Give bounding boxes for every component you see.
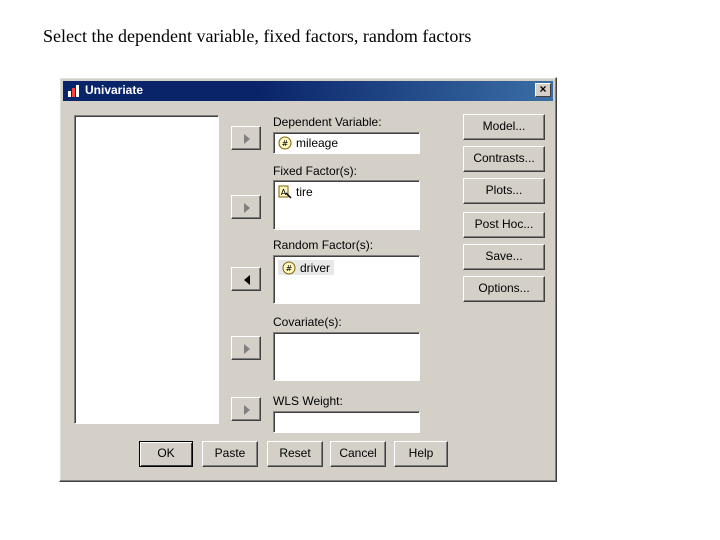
dependent-variable-item[interactable]: # mileage — [278, 135, 338, 150]
svg-text:#: # — [286, 264, 293, 273]
fixed-move-button[interactable] — [231, 195, 261, 219]
fixed-factors-label: Fixed Factor(s): — [273, 164, 358, 178]
close-button[interactable]: × — [535, 83, 551, 97]
scale-variable-icon: # — [278, 136, 292, 150]
fixed-factor-value: tire — [296, 184, 313, 199]
svg-text:A: A — [281, 188, 287, 197]
arrow-left-icon — [244, 275, 250, 285]
covariates-label: Covariate(s): — [273, 315, 342, 329]
post-hoc-button[interactable]: Post Hoc... — [463, 212, 545, 238]
paste-button[interactable]: Paste — [202, 441, 258, 467]
slide-caption: Select the dependent variable, fixed fac… — [43, 26, 472, 46]
arrow-right-icon — [244, 203, 250, 213]
fixed-factors-list[interactable]: A tire — [273, 180, 420, 230]
wls-weight-field[interactable] — [273, 411, 420, 433]
options-button[interactable]: Options... — [463, 276, 545, 302]
contrasts-button[interactable]: Contrasts... — [463, 146, 545, 172]
arrow-right-icon — [244, 405, 250, 415]
dependent-variable-field[interactable]: # mileage — [273, 132, 420, 154]
dependent-variable-value: mileage — [296, 135, 339, 150]
dependent-move-button[interactable] — [231, 126, 261, 150]
univariate-dialog: Univariate × Dependent Variable: # milea… — [59, 77, 557, 482]
scale-variable-icon: # — [282, 261, 296, 275]
covariates-list[interactable] — [273, 332, 420, 381]
random-factors-label: Random Factor(s): — [273, 238, 374, 252]
window-title: Univariate — [85, 83, 144, 97]
save-button[interactable]: Save... — [463, 244, 545, 270]
wls-weight-label: WLS Weight: — [273, 394, 343, 408]
covariate-move-button[interactable] — [231, 336, 261, 360]
fixed-factor-item[interactable]: A tire — [278, 184, 313, 199]
ok-button[interactable]: OK — [139, 441, 193, 467]
random-factor-value: driver — [300, 260, 331, 275]
spss-app-icon — [67, 84, 81, 98]
help-button[interactable]: Help — [394, 441, 448, 467]
nominal-variable-icon: A — [278, 185, 292, 199]
svg-text:#: # — [282, 139, 289, 148]
source-variable-list[interactable] — [74, 115, 219, 424]
arrow-right-icon — [244, 344, 250, 354]
model-button[interactable]: Model... — [463, 114, 545, 140]
wls-move-button[interactable] — [231, 397, 261, 421]
random-move-button[interactable] — [231, 267, 261, 291]
arrow-right-icon — [244, 134, 250, 144]
title-bar[interactable]: Univariate × — [63, 81, 553, 101]
reset-button[interactable]: Reset — [267, 441, 323, 467]
plots-button[interactable]: Plots... — [463, 178, 545, 204]
cancel-button[interactable]: Cancel — [330, 441, 386, 467]
random-factors-list[interactable]: # driver — [273, 255, 420, 304]
random-factor-item[interactable]: # driver — [278, 260, 335, 275]
dependent-variable-label: Dependent Variable: — [273, 115, 382, 129]
